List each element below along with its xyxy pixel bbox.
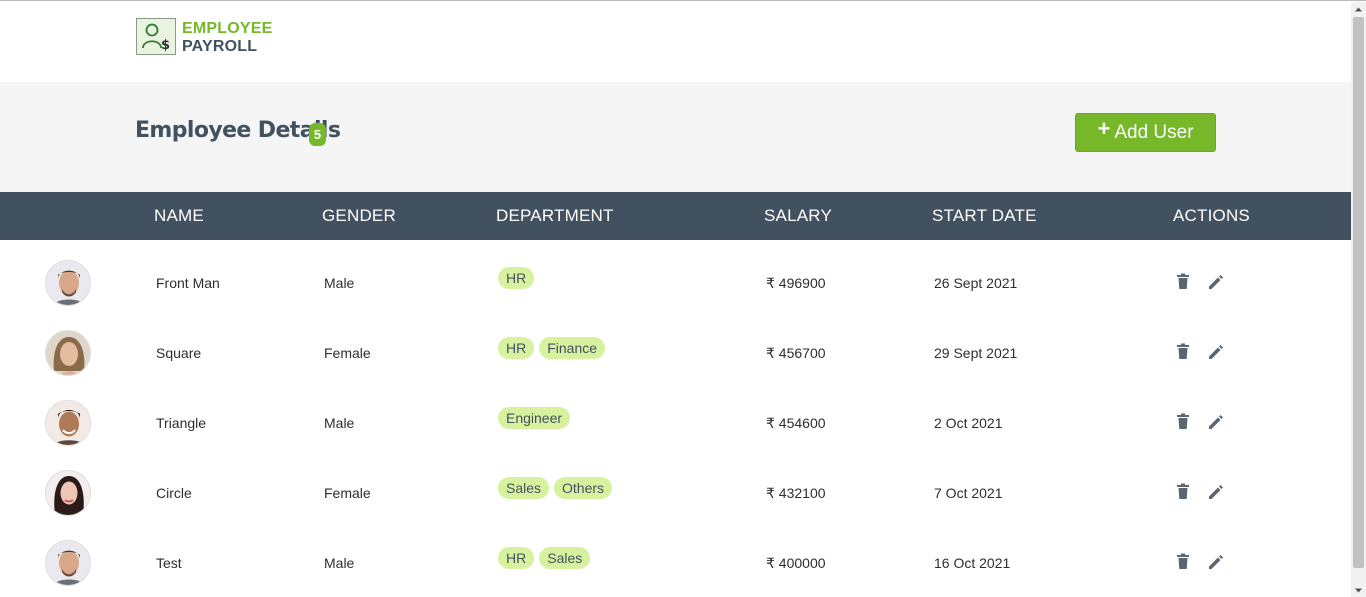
department-chip: Sales xyxy=(498,477,550,499)
table-row: Front Man Male HR ₹ 496900 26 Sept 2021 xyxy=(0,255,1351,311)
scroll-down-arrow-icon[interactable] xyxy=(1351,583,1366,597)
department-chip: Sales xyxy=(539,547,591,569)
brand-name[interactable]: EMPLOYEE PAYROLL xyxy=(182,20,273,56)
employee-salary: ₹ 400000 xyxy=(766,555,826,571)
avatar xyxy=(45,540,91,586)
employee-salary: ₹ 432100 xyxy=(766,485,826,501)
employee-gender: Female xyxy=(324,485,371,501)
brand-line1: EMPLOYEE xyxy=(182,20,273,37)
department-chip: HR xyxy=(498,337,535,359)
pencil-icon[interactable] xyxy=(1207,553,1223,571)
page: $ EMPLOYEE PAYROLL Employee Details 5 + … xyxy=(0,2,1351,597)
table-row: Square Female HR Finance ₹ 456700 29 Sep… xyxy=(0,325,1351,381)
app-header: $ EMPLOYEE PAYROLL xyxy=(0,2,1351,82)
column-header-name: NAME xyxy=(154,206,204,225)
brand-line2: PAYROLL xyxy=(182,38,258,55)
table-row: Test Male HR Sales ₹ 400000 16 Oct 2021 xyxy=(0,535,1351,591)
employee-name: Test xyxy=(156,555,182,571)
employee-start-date: 2 Oct 2021 xyxy=(934,415,1003,431)
department-chip: Others xyxy=(554,477,613,499)
employee-payroll-logo-icon[interactable]: $ xyxy=(136,18,176,55)
department-list: Sales Others xyxy=(498,477,613,499)
avatar xyxy=(45,470,91,516)
employee-start-date: 29 Sept 2021 xyxy=(934,345,1018,361)
employee-start-date: 7 Oct 2021 xyxy=(934,485,1003,501)
department-chip: HR xyxy=(498,267,535,289)
employee-salary: ₹ 496900 xyxy=(766,275,826,291)
pencil-icon[interactable] xyxy=(1207,343,1223,361)
pencil-icon[interactable] xyxy=(1207,483,1223,501)
column-header-department: DEPARTMENT xyxy=(496,206,614,225)
employee-name: Circle xyxy=(156,485,192,501)
table-row: Triangle Male Engineer ₹ 454600 2 Oct 20… xyxy=(0,395,1351,451)
vertical-scrollbar[interactable] xyxy=(1351,2,1366,597)
employee-salary: ₹ 456700 xyxy=(766,345,826,361)
svg-text:$: $ xyxy=(161,38,170,53)
table-row: Circle Female Sales Others ₹ 432100 7 Oc… xyxy=(0,465,1351,521)
department-list: HR Sales xyxy=(498,547,591,569)
column-header-salary: SALARY xyxy=(764,206,832,225)
avatar xyxy=(45,260,91,306)
pencil-icon[interactable] xyxy=(1207,413,1223,431)
title-band: Employee Details 5 + Add User xyxy=(0,82,1351,192)
employee-start-date: 26 Sept 2021 xyxy=(934,275,1018,291)
scroll-up-arrow-icon[interactable] xyxy=(1351,2,1366,17)
employee-gender: Male xyxy=(324,415,355,431)
trash-icon[interactable] xyxy=(1175,413,1191,431)
column-header-start-date: START DATE xyxy=(932,206,1037,225)
employee-start-date: 16 Oct 2021 xyxy=(934,555,1011,571)
employee-name: Triangle xyxy=(156,415,207,431)
department-list: Engineer xyxy=(498,407,571,429)
employee-gender: Female xyxy=(324,345,371,361)
column-header-actions: ACTIONS xyxy=(1173,206,1250,225)
employee-gender: Male xyxy=(324,275,355,291)
trash-icon[interactable] xyxy=(1175,273,1191,291)
employee-gender: Male xyxy=(324,555,355,571)
pencil-icon[interactable] xyxy=(1207,273,1223,291)
add-user-label: Add User xyxy=(1114,121,1194,143)
add-user-button[interactable]: + Add User xyxy=(1075,113,1216,152)
avatar xyxy=(45,330,91,376)
department-chip: HR xyxy=(498,547,535,569)
avatar xyxy=(45,400,91,446)
plus-icon: + xyxy=(1097,115,1111,141)
scrollbar-thumb[interactable] xyxy=(1353,17,1364,568)
trash-icon[interactable] xyxy=(1175,483,1191,501)
table-header: NAME GENDER DEPARTMENT SALARY START DATE… xyxy=(0,192,1351,240)
employee-count-badge: 5 xyxy=(309,123,326,146)
department-list: HR Finance xyxy=(498,337,606,359)
employee-name: Front Man xyxy=(156,275,220,291)
department-chip: Finance xyxy=(539,337,606,359)
employee-salary: ₹ 454600 xyxy=(766,415,826,431)
employee-name: Square xyxy=(156,345,202,361)
department-chip: Engineer xyxy=(498,407,571,429)
trash-icon[interactable] xyxy=(1175,343,1191,361)
column-header-gender: GENDER xyxy=(322,206,396,225)
trash-icon[interactable] xyxy=(1175,553,1191,571)
department-list: HR xyxy=(498,267,535,289)
